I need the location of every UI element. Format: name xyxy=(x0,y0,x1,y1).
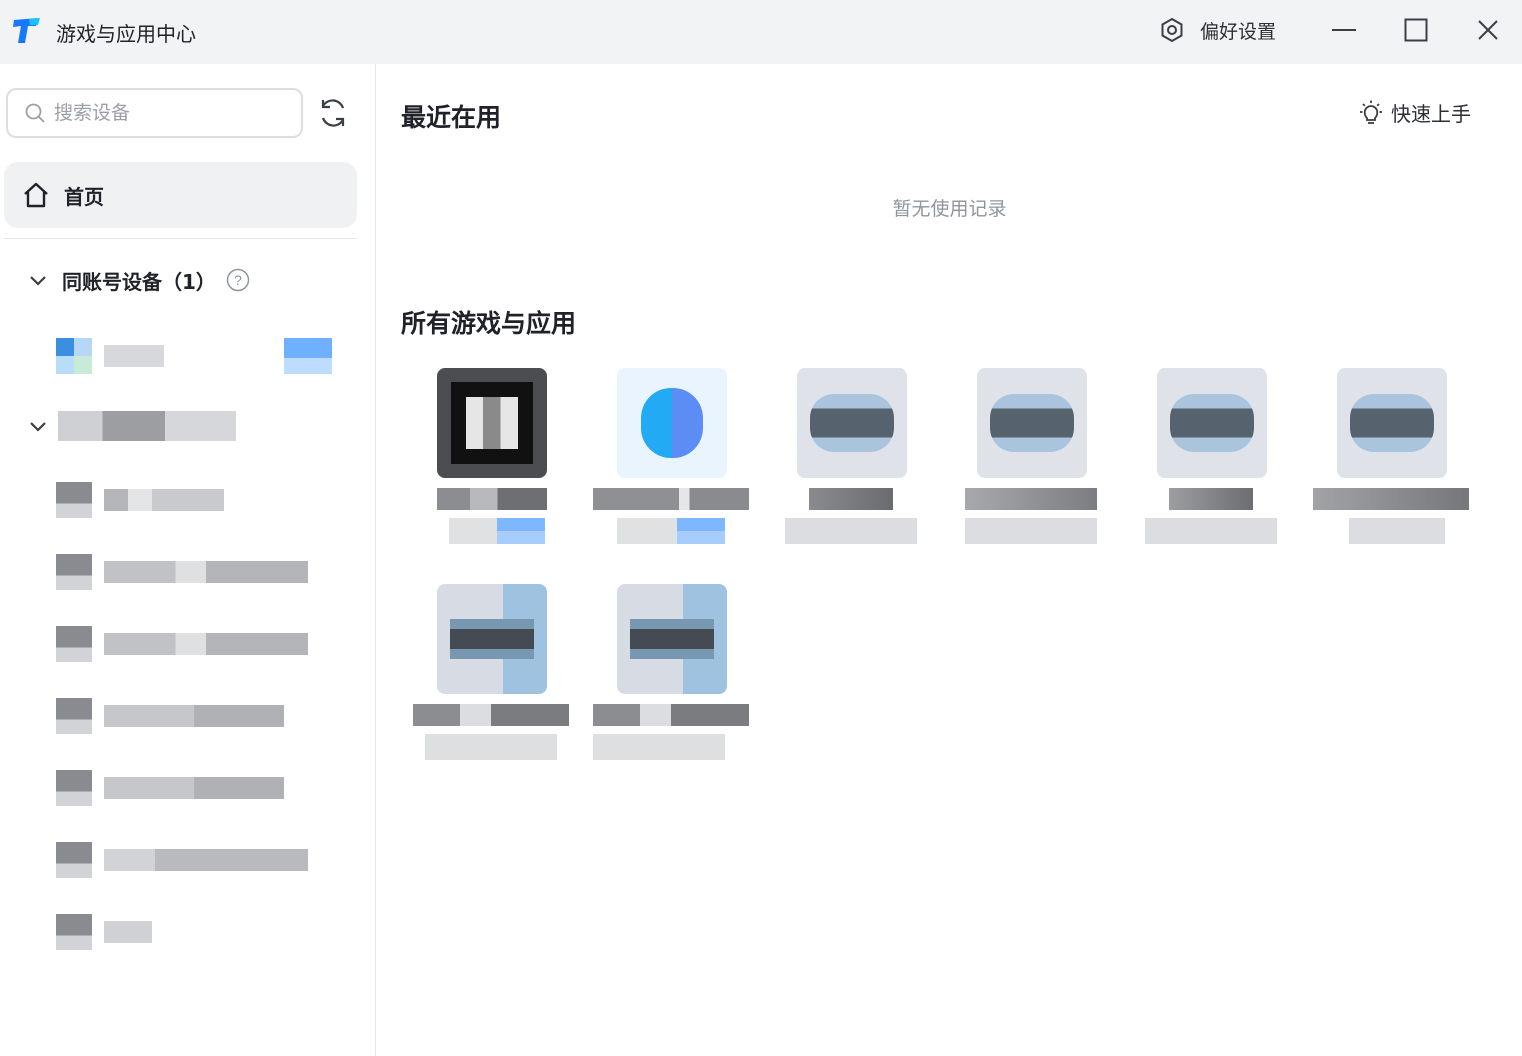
device-name xyxy=(104,345,164,367)
app-card[interactable] xyxy=(1121,368,1291,568)
device-name xyxy=(104,561,308,583)
refresh-icon[interactable] xyxy=(316,96,350,130)
group-same-account-title: 同账号设备（1） xyxy=(62,269,216,294)
app-badge xyxy=(677,518,725,544)
app-card[interactable] xyxy=(581,584,751,784)
device-name xyxy=(104,777,284,799)
nav-home[interactable]: 首页 xyxy=(4,162,357,228)
group-2-header[interactable] xyxy=(26,410,236,442)
app-card[interactable] xyxy=(761,368,931,568)
app-card[interactable] xyxy=(401,584,571,784)
maximize-icon xyxy=(1404,18,1428,42)
device-thumbnail xyxy=(56,482,92,518)
app-subtitle xyxy=(785,518,917,544)
device-item[interactable] xyxy=(56,480,224,520)
app-icon xyxy=(437,584,547,694)
chevron-down-icon xyxy=(30,276,46,286)
recent-empty-text: 暂无使用记录 xyxy=(892,198,1007,220)
app-icon xyxy=(1157,368,1267,478)
app-name xyxy=(1169,488,1253,510)
app-name xyxy=(413,704,569,726)
app-name xyxy=(437,488,547,510)
device-thumbnail xyxy=(56,554,92,590)
device-thumbnail xyxy=(56,914,92,950)
device-badge xyxy=(284,338,332,374)
device-name xyxy=(104,705,284,727)
app-name xyxy=(593,488,749,510)
app-name xyxy=(809,488,893,510)
app-icon xyxy=(617,368,727,478)
sidebar: 首页 同账号设备（1） ? xyxy=(0,64,376,1056)
main-panel: 最近在用 快速上手 暂无使用记录 所有游戏与应用 xyxy=(377,64,1522,1056)
question-circle-icon[interactable]: ? xyxy=(226,268,250,292)
device-item[interactable] xyxy=(56,768,284,808)
app-icon xyxy=(797,368,907,478)
device-name xyxy=(104,921,152,943)
device-name xyxy=(104,849,308,871)
device-item[interactable] xyxy=(56,624,308,664)
device-item[interactable] xyxy=(56,912,152,952)
device-thumbnail xyxy=(56,698,92,734)
app-icon xyxy=(1337,368,1447,478)
app-subtitle xyxy=(617,518,677,544)
search-input[interactable] xyxy=(54,102,284,124)
app-badge xyxy=(497,518,545,544)
app-card[interactable] xyxy=(941,368,1111,568)
chevron-down-icon xyxy=(30,422,46,432)
app-subtitle xyxy=(425,734,557,760)
minimize-icon xyxy=(1332,29,1356,31)
device-item[interactable] xyxy=(56,552,308,592)
close-button[interactable] xyxy=(1466,10,1510,50)
app-logo xyxy=(13,18,40,43)
app-card[interactable] xyxy=(581,368,751,568)
preferences-button[interactable]: 偏好设置 xyxy=(1158,14,1276,46)
quickstart-button[interactable]: 快速上手 xyxy=(1357,98,1471,127)
app-name xyxy=(1313,488,1469,510)
device-thumbnail xyxy=(56,338,92,374)
nav-home-label: 首页 xyxy=(64,184,104,209)
lightbulb-icon xyxy=(1360,100,1382,124)
device-item[interactable] xyxy=(56,696,284,736)
search-icon xyxy=(25,103,45,123)
device-name xyxy=(104,633,308,655)
svg-text:?: ? xyxy=(234,272,242,288)
device-thumbnail xyxy=(56,626,92,662)
device-name xyxy=(104,489,224,511)
app-card[interactable] xyxy=(1301,368,1471,568)
minimize-button[interactable] xyxy=(1322,10,1366,50)
maximize-button[interactable] xyxy=(1394,10,1438,50)
app-subtitle xyxy=(1349,518,1445,544)
window-title: 游戏与应用中心 xyxy=(56,22,196,46)
close-icon xyxy=(1478,20,1498,40)
device-thumbnail xyxy=(56,842,92,878)
app-subtitle xyxy=(1145,518,1277,544)
settings-hexagon-icon xyxy=(1161,17,1183,43)
device-search[interactable] xyxy=(6,88,303,138)
title-bar: 游戏与应用中心 偏好设置 xyxy=(0,0,1522,64)
app-icon xyxy=(617,584,727,694)
app-card[interactable] xyxy=(401,368,571,568)
app-name xyxy=(593,704,749,726)
device-item[interactable] xyxy=(56,840,308,880)
group-same-account-header[interactable]: 同账号设备（1） ? xyxy=(26,264,250,296)
recent-heading: 最近在用 xyxy=(401,103,502,132)
app-icon xyxy=(437,368,547,478)
home-icon xyxy=(24,182,48,208)
app-subtitle xyxy=(593,734,725,760)
app-icon xyxy=(977,368,1087,478)
app-subtitle xyxy=(449,518,497,544)
device-item[interactable] xyxy=(56,336,334,376)
app-subtitle xyxy=(965,518,1097,544)
group-2-title xyxy=(58,411,236,441)
app-name xyxy=(965,488,1097,510)
all-apps-heading: 所有游戏与应用 xyxy=(401,309,577,338)
sidebar-divider xyxy=(4,238,357,239)
quickstart-label: 快速上手 xyxy=(1391,102,1471,126)
device-thumbnail xyxy=(56,770,92,806)
preferences-label: 偏好设置 xyxy=(1200,20,1277,43)
